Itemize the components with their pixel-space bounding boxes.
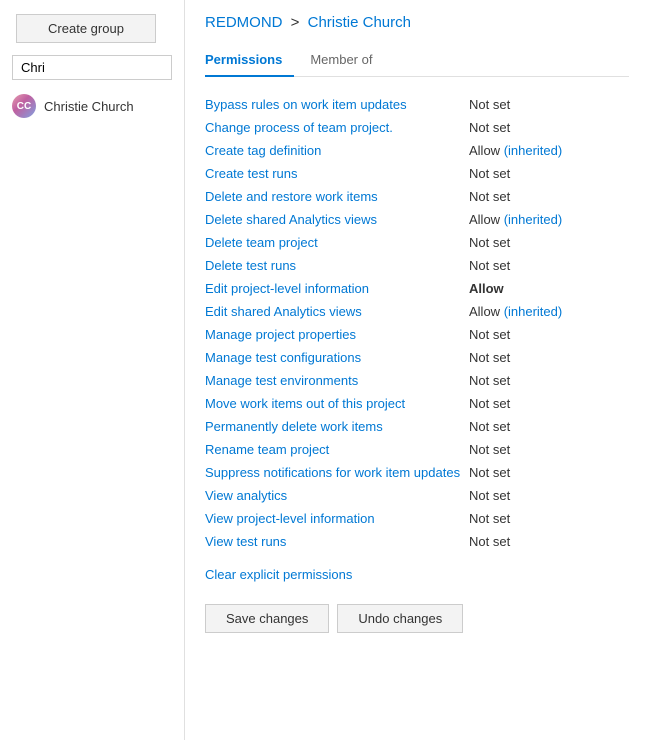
permission-value: Not set (469, 511, 629, 526)
main-content: REDMOND > Christie Church Permissions Me… (185, 0, 649, 740)
permissions-table: Bypass rules on work item updatesNot set… (205, 93, 629, 553)
action-buttons: Save changes Undo changes (205, 604, 629, 633)
table-row: Manage test environmentsNot set (205, 369, 629, 392)
breadcrumb-current: Christie Church (308, 14, 411, 31)
permission-name[interactable]: Manage test environments (205, 373, 469, 388)
permission-value: Not set (469, 488, 629, 503)
table-row: Delete and restore work itemsNot set (205, 185, 629, 208)
table-row: Permanently delete work itemsNot set (205, 415, 629, 438)
permission-value: Allow (inherited) (469, 143, 629, 158)
table-row: Create test runsNot set (205, 162, 629, 185)
permission-value: Not set (469, 442, 629, 457)
sidebar-item-label: Christie Church (44, 99, 134, 114)
table-row: View test runsNot set (205, 530, 629, 553)
create-group-button[interactable]: Create group (16, 14, 156, 43)
permission-name[interactable]: View analytics (205, 488, 469, 503)
permission-value: Allow (inherited) (469, 304, 629, 319)
tabs-bar: Permissions Member of (205, 45, 629, 77)
permission-value: Not set (469, 465, 629, 480)
table-row: Manage test configurationsNot set (205, 346, 629, 369)
table-row: Delete test runsNot set (205, 254, 629, 277)
permission-name[interactable]: Edit shared Analytics views (205, 304, 469, 319)
permission-name[interactable]: Permanently delete work items (205, 419, 469, 434)
breadcrumb-separator: > (291, 14, 300, 31)
permission-value: Not set (469, 166, 629, 181)
permission-value: Not set (469, 350, 629, 365)
permission-value: Not set (469, 120, 629, 135)
permission-value: Not set (469, 327, 629, 342)
clear-link[interactable]: Clear explicit permissions (205, 567, 352, 582)
permission-name[interactable]: Edit project-level information (205, 281, 469, 296)
permission-name[interactable]: Create tag definition (205, 143, 469, 158)
table-row: Move work items out of this projectNot s… (205, 392, 629, 415)
permission-value: Not set (469, 189, 629, 204)
table-row: Edit project-level informationAllow (205, 277, 629, 300)
table-row: Edit shared Analytics viewsAllow (inheri… (205, 300, 629, 323)
permission-value: Allow (inherited) (469, 212, 629, 227)
permission-value: Not set (469, 235, 629, 250)
permission-value: Not set (469, 373, 629, 388)
permission-name[interactable]: Manage project properties (205, 327, 469, 342)
breadcrumb-parent: REDMOND (205, 14, 283, 31)
permission-value: Allow (469, 281, 629, 296)
permission-name[interactable]: Rename team project (205, 442, 469, 457)
permission-value: Not set (469, 419, 629, 434)
permission-name[interactable]: Delete test runs (205, 258, 469, 273)
permission-value: Not set (469, 258, 629, 273)
table-row: Rename team projectNot set (205, 438, 629, 461)
search-box[interactable] (12, 55, 172, 80)
tab-permissions[interactable]: Permissions (205, 46, 294, 77)
permission-name[interactable]: View project-level information (205, 511, 469, 526)
permission-name[interactable]: Manage test configurations (205, 350, 469, 365)
permission-name[interactable]: Suppress notifications for work item upd… (205, 465, 469, 480)
permission-name[interactable]: Delete shared Analytics views (205, 212, 469, 227)
permission-name[interactable]: Create test runs (205, 166, 469, 181)
table-row: View project-level informationNot set (205, 507, 629, 530)
table-row: Suppress notifications for work item upd… (205, 461, 629, 484)
sidebar-item-christie-church[interactable]: CC Christie Church (0, 88, 184, 124)
table-row: Delete team projectNot set (205, 231, 629, 254)
permission-value: Not set (469, 396, 629, 411)
table-row: Delete shared Analytics viewsAllow (inhe… (205, 208, 629, 231)
permission-name[interactable]: Delete team project (205, 235, 469, 250)
search-input[interactable] (12, 55, 172, 80)
permission-value: Not set (469, 534, 629, 549)
permission-name[interactable]: Move work items out of this project (205, 396, 469, 411)
table-row: Change process of team project.Not set (205, 116, 629, 139)
table-row: Create tag definitionAllow (inherited) (205, 139, 629, 162)
undo-changes-button[interactable]: Undo changes (337, 604, 463, 633)
permission-name[interactable]: View test runs (205, 534, 469, 549)
permission-value: Not set (469, 97, 629, 112)
avatar: CC (12, 94, 36, 118)
table-row: Bypass rules on work item updatesNot set (205, 93, 629, 116)
table-row: Manage project propertiesNot set (205, 323, 629, 346)
sidebar: Create group CC Christie Church (0, 0, 185, 740)
tab-member-of[interactable]: Member of (310, 46, 384, 77)
permission-name[interactable]: Delete and restore work items (205, 189, 469, 204)
save-changes-button[interactable]: Save changes (205, 604, 329, 633)
breadcrumb: REDMOND > Christie Church (205, 14, 629, 31)
table-row: View analyticsNot set (205, 484, 629, 507)
permission-name[interactable]: Bypass rules on work item updates (205, 97, 469, 112)
permission-name[interactable]: Change process of team project. (205, 120, 469, 135)
